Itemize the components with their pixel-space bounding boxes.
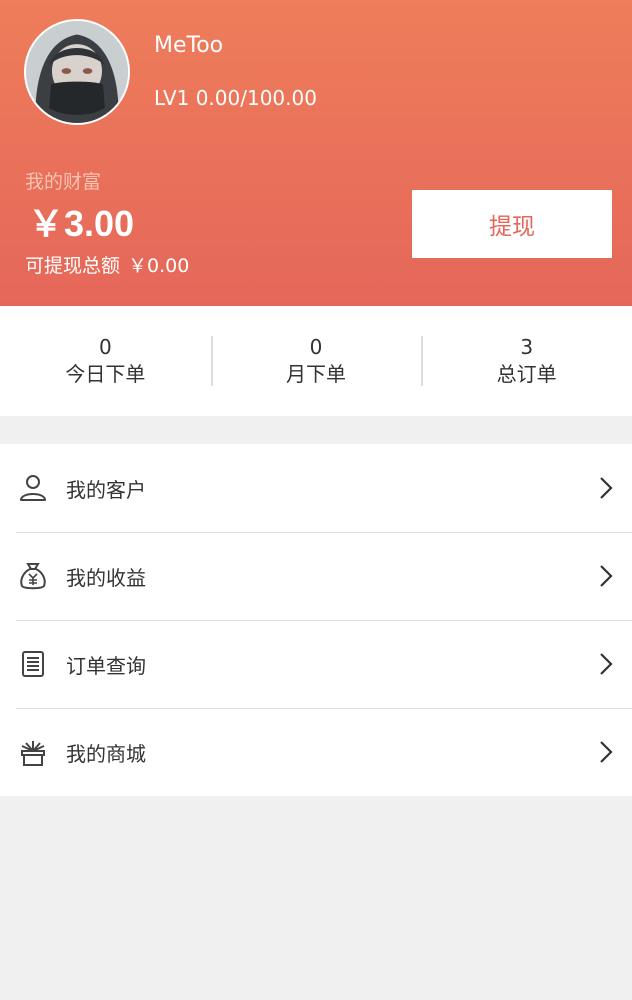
chevron-right-icon [596, 738, 616, 766]
menu-list: 我的客户 我的收益 订单查询 我的商城 [0, 444, 632, 796]
avatar[interactable] [24, 19, 130, 125]
withdrawable-total: 可提现总额 ￥0.00 [25, 253, 189, 279]
stat-label: 总订单 [496, 362, 557, 386]
withdrawable-label: 可提现总额 [25, 255, 121, 277]
menu-item-order-query[interactable]: 订单查询 [0, 620, 632, 708]
avatar-image [26, 21, 128, 123]
menu-item-my-customers[interactable]: 我的客户 [0, 444, 632, 532]
stat-value: 3 [520, 335, 534, 359]
money-bag-icon [18, 561, 48, 591]
level-progress: LV1 0.00/100.00 [154, 86, 317, 110]
menu-item-my-earnings[interactable]: 我的收益 [0, 532, 632, 620]
chevron-right-icon [596, 562, 616, 590]
profile-header: MeToo LV1 0.00/100.00 我的财富 ￥3.00 可提现总额 ￥0… [0, 0, 632, 306]
stat-label: 月下单 [286, 362, 346, 386]
stat-total-orders[interactable]: 3 总订单 [421, 306, 632, 416]
stat-value: 0 [98, 335, 112, 359]
menu-item-label: 我的商城 [66, 741, 146, 766]
chevron-right-icon [596, 474, 616, 502]
username: MeToo [154, 33, 224, 58]
menu-item-label: 订单查询 [66, 653, 146, 678]
stat-label: 今日下单 [65, 362, 146, 386]
order-list-icon [18, 649, 48, 679]
order-stats: 0 今日下单 0 月下单 3 总订单 [0, 306, 632, 416]
chevron-right-icon [596, 650, 616, 678]
menu-item-my-shop[interactable]: 我的商城 [0, 708, 632, 796]
wealth-amount: ￥3.00 [28, 203, 135, 244]
stat-month-orders[interactable]: 0 月下单 [210, 306, 422, 416]
stat-today-orders[interactable]: 0 今日下单 [0, 306, 211, 416]
withdrawable-amount: ￥0.00 [128, 255, 190, 277]
menu-item-label: 我的收益 [66, 565, 146, 590]
gift-box-icon [18, 737, 48, 767]
wealth-label: 我的财富 [25, 171, 102, 193]
stat-value: 0 [309, 335, 323, 359]
menu-item-label: 我的客户 [66, 477, 146, 502]
withdraw-button[interactable]: 提现 [412, 190, 612, 258]
user-icon [18, 473, 48, 503]
